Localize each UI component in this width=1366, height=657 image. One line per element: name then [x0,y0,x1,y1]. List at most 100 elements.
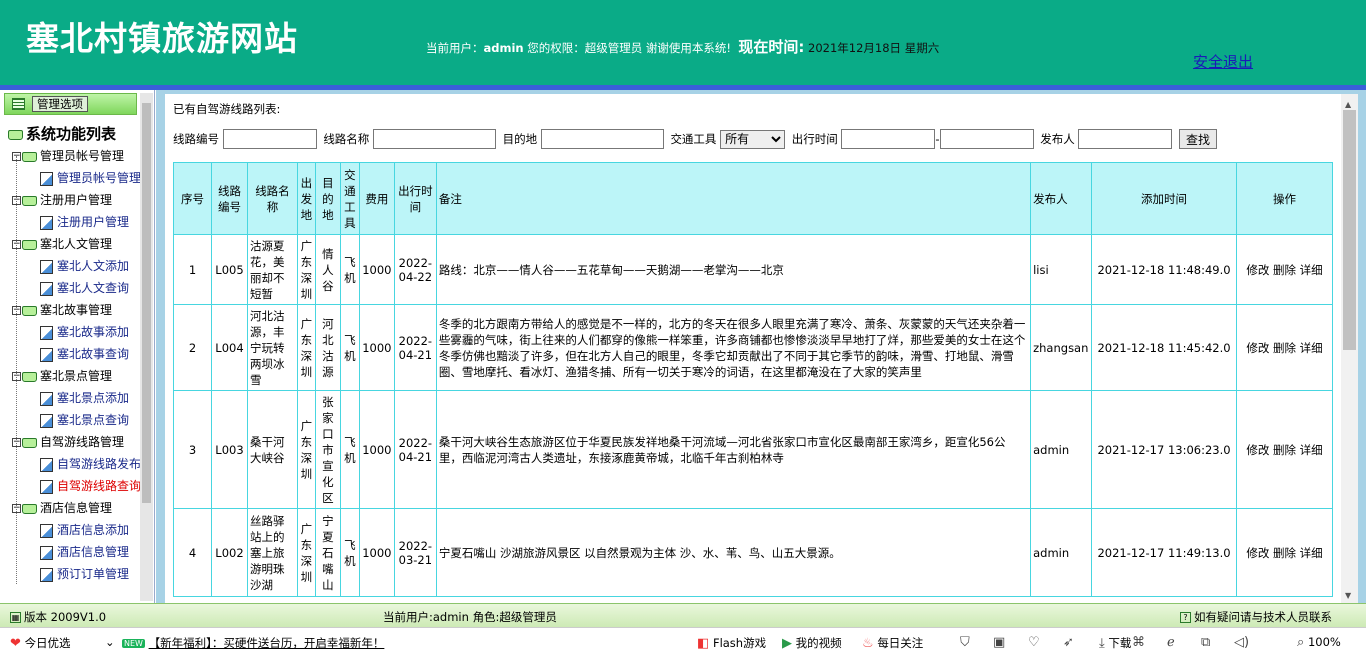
rocket-icon[interactable]: ➶ [1063,635,1074,650]
edit-link[interactable]: 修改 [1246,546,1269,560]
edit-doc-icon [40,259,53,274]
tree-item-6-1[interactable]: 酒店信息管理 [40,544,129,560]
column-header: 序号 [173,162,212,235]
cell-transport: 飞机 [339,508,360,597]
tree-guide-line [16,156,17,584]
edit-doc-icon [40,325,53,340]
edit-link[interactable]: 修改 [1246,443,1269,457]
contact-text: 如有疑问请与技术人员联系 [1194,610,1332,624]
date-from-input[interactable] [841,129,936,149]
chevron-down-icon[interactable]: ⌄ [105,635,115,649]
cell-added: 2021-12-17 11:49:13.0 [1091,508,1237,597]
cell-note: 路线：北京——情人谷——五花草甸——天鹅湖——老掌沟——北京 [435,234,1032,305]
edit-doc-icon [40,281,53,296]
table-row: 4 L002 丝路驿站上的塞上旅游明珠沙湖 广东深圳 宁夏石嘴山 飞机 1000 2022-0… [173,508,1334,597]
folder-open-icon [22,503,37,514]
manage-options-button[interactable]: 管理选项 [32,96,88,112]
tree-group-2[interactable]: − 塞北人文管理 [12,236,112,252]
scrollbar-thumb[interactable] [142,103,151,503]
restore-icon[interactable]: ⧉ [1201,635,1210,650]
scroll-down-icon[interactable]: ▼ [1345,591,1351,600]
cell-code: L003 [210,390,248,509]
tree-item-2-0[interactable]: 塞北人文添加 [40,258,129,274]
scrollbar-thumb[interactable] [1343,110,1356,350]
download-button[interactable]: ⤓ 下载 [1099,635,1131,651]
play-icon: ▶ [782,636,792,651]
scroll-up-icon[interactable]: ▲ [1345,100,1351,109]
cell-date: 2022-03-21 [393,508,437,597]
route-no-input[interactable] [222,129,317,149]
tree-item-4-1[interactable]: 塞北景点查询 [40,412,129,428]
search-button[interactable]: 查找 [1179,129,1218,149]
heart-outline-icon[interactable]: ♡ [1028,635,1040,650]
detail-link[interactable]: 详细 [1300,341,1323,355]
my-videos[interactable]: ▶ 我的视频 [782,635,842,651]
tree-item-3-1[interactable]: 塞北故事查询 [40,346,129,362]
delete-link[interactable]: 删除 [1273,546,1296,560]
folder-open-icon [22,437,37,448]
cell-transport: 飞机 [339,390,360,509]
tree-item-6-2[interactable]: 预订订单管理 [40,566,129,582]
tree-item-5-0[interactable]: 自驾游线路发布 [40,456,141,472]
sidebar-scrollbar[interactable] [140,93,153,601]
tree-group-0[interactable]: − 管理员帐号管理 [12,148,124,164]
edit-doc-icon [40,567,53,582]
grid-icon: ▦ [10,612,21,623]
zoom-control[interactable]: ⌕ 100% [1297,635,1341,650]
translate-icon[interactable]: ⌘ [1132,635,1145,650]
tree-item-1-0[interactable]: 注册用户管理 [40,214,129,230]
browser-status-bar: ❤ 今日优选 ⌄ NEW 【新年福利】：买硬件送台历，开启幸福新年！ ◧ Fla… [0,627,1366,657]
tree-item-3-0[interactable]: 塞北故事添加 [40,324,129,340]
shield-icon[interactable]: ⛉ [960,635,970,650]
detail-link[interactable]: 详细 [1300,546,1323,560]
detail-link[interactable]: 详细 [1300,443,1323,457]
edit-link[interactable]: 修改 [1246,341,1269,355]
delete-link[interactable]: 删除 [1273,443,1296,457]
edit-doc-icon [40,391,53,406]
route-table: 序号 线路编号 线路名称 出发地 目的地 交通工具 费用 出行时间 备注 发布人 添加时间 操作 1L… [173,162,1334,597]
cell-publisher: lisi [1030,234,1093,305]
table-row: 1 L005 沽源夏花，美丽却不短暂 广东深圳 情人谷 飞机 1000 2022-04-22 路… [173,234,1334,305]
image-icon[interactable]: ▣ [993,635,1005,650]
tree-group-5[interactable]: − 自驾游线路管理 [12,434,124,450]
edit-link[interactable]: 修改 [1246,263,1269,277]
ie-icon[interactable]: ℯ [1167,635,1175,650]
tree-item-6-0[interactable]: 酒店信息添加 [40,522,129,538]
tree-group-6[interactable]: − 酒店信息管理 [12,500,112,516]
detail-link[interactable]: 详细 [1300,263,1323,277]
volume-icon[interactable]: ◁) [1234,635,1249,650]
cell-date: 2022-04-22 [393,234,437,305]
username: admin [483,41,524,55]
tree-item-2-1[interactable]: 塞北人文查询 [40,280,129,296]
main-scrollbar[interactable]: ▲ ▼ [1341,94,1358,603]
cell-name: 沽源夏花，美丽却不短暂 [246,234,298,305]
cell-publisher: admin [1030,390,1093,509]
tree-group-3[interactable]: − 塞北故事管理 [12,302,112,318]
today-picks[interactable]: ❤ 今日优选 [10,635,71,651]
column-header: 操作 [1235,162,1334,235]
news-ticker[interactable]: NEW 【新年福利】：买硬件送台历，开启幸福新年！ [122,635,384,651]
transport-select[interactable]: 所有 [720,129,786,149]
cell-name: 河北沽源，丰宁玩转两坝冰雪 [246,304,298,391]
route-name-input[interactable] [372,129,496,149]
delete-link[interactable]: 删除 [1273,341,1296,355]
tree-group-1[interactable]: − 注册用户管理 [12,192,112,208]
daily-focus[interactable]: ♨ 每日关注 [862,635,923,651]
flash-games[interactable]: ◧ Flash游戏 [697,635,766,651]
tree-item-5-1[interactable]: 自驾游线路查询 [40,478,141,494]
delete-link[interactable]: 删除 [1273,263,1296,277]
column-header: 发布人 [1030,162,1093,235]
tree-item-4-0[interactable]: 塞北景点添加 [40,390,129,406]
zoom-icon: ⌕ [1297,635,1305,650]
cell-fee: 1000 [358,234,395,305]
folder-open-icon [22,305,37,316]
destination-input[interactable] [540,129,664,149]
date-to-input[interactable] [939,129,1034,149]
tree-group-4[interactable]: − 塞北景点管理 [12,368,112,384]
cell-fee: 1000 [358,304,395,391]
tree-item-0-0[interactable]: 管理员帐号管理 [40,170,141,186]
cell-from: 广东深圳 [296,304,316,391]
logout-link[interactable]: 安全退出 [1193,51,1253,72]
row-actions: 修改 删除 详细 [1235,390,1334,509]
publisher-input[interactable] [1078,129,1173,149]
